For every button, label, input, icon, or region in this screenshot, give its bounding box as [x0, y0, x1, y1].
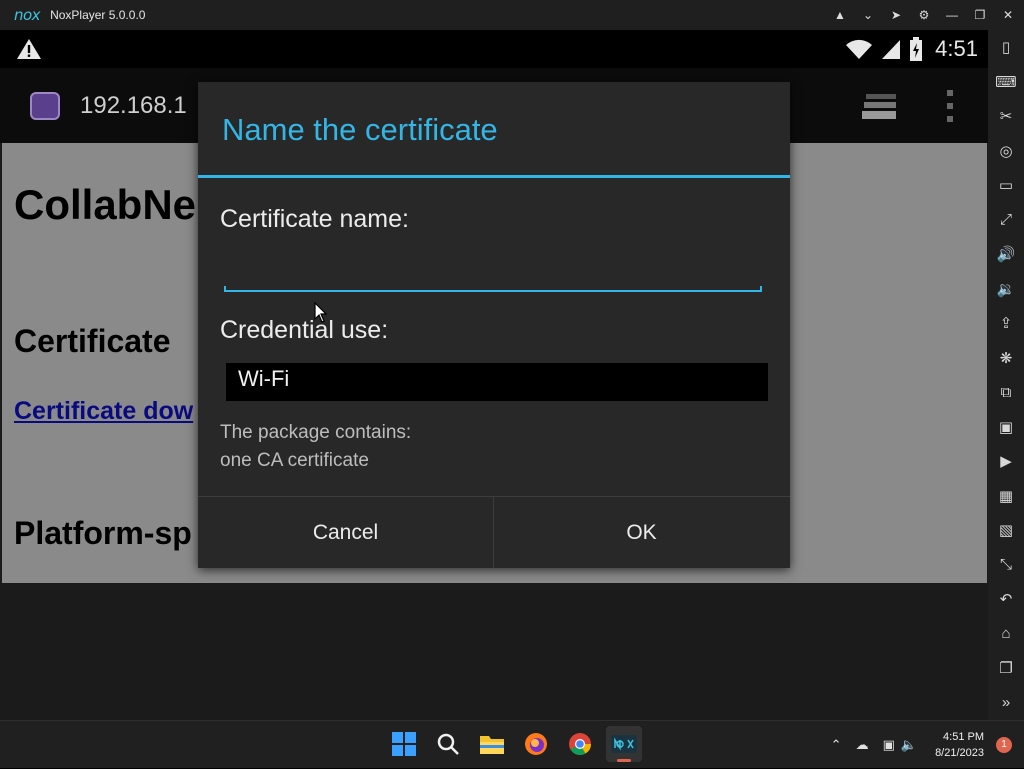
nox-titlebar: nox NoxPlayer 5.0.0.0 ▲ ⌄ ➤ ⚙ — ❐ ✕: [0, 0, 1024, 30]
search-button[interactable]: [430, 726, 466, 762]
recent-apps-icon[interactable]: ❐: [988, 651, 1024, 686]
cloud-icon[interactable]: ☁: [856, 737, 869, 753]
record-icon[interactable]: ▣: [988, 410, 1024, 445]
section-platform-heading: Platform-sp: [14, 515, 192, 551]
battery-icon: [910, 37, 923, 61]
certificate-name-input[interactable]: [224, 252, 762, 288]
close-icon[interactable]: ✕: [1002, 0, 1014, 30]
wifi-icon: [846, 39, 873, 59]
screen-icon[interactable]: ▭: [988, 168, 1024, 203]
speaker-icon[interactable]: 🔈: [901, 737, 917, 753]
minimize-icon[interactable]: —: [946, 0, 958, 30]
status-bar: 4:51: [0, 30, 988, 68]
taskbar-date: 8/21/2023: [935, 747, 984, 759]
package-info-line1: The package contains:: [220, 422, 412, 443]
volume-up-icon[interactable]: 🔊: [988, 237, 1024, 272]
credential-use-select[interactable]: Wi-Fi: [226, 363, 768, 401]
video-icon[interactable]: ▶: [988, 444, 1024, 479]
mouse-cursor-icon: [314, 302, 328, 323]
pin-icon[interactable]: ➤: [890, 0, 902, 30]
chrome-icon: [569, 733, 591, 755]
nox-icon: [611, 735, 637, 753]
overflow-menu-icon[interactable]: [944, 90, 956, 122]
start-button[interactable]: [386, 726, 422, 762]
gamepad-icon[interactable]: ▧: [988, 513, 1024, 548]
chevron-up-icon[interactable]: ⌃: [831, 737, 842, 753]
scissors-icon[interactable]: ✂: [988, 99, 1024, 134]
rotate-icon[interactable]: ▯: [988, 30, 1024, 65]
taskbar-clock[interactable]: 4:51 PM 8/21/2023: [935, 729, 984, 761]
back-icon[interactable]: ↶: [988, 582, 1024, 617]
signal-icon: [882, 40, 901, 59]
notification-badge[interactable]: 1: [996, 737, 1012, 753]
page-heading: CollabNe: [14, 181, 197, 228]
status-clock: 4:51: [935, 36, 978, 61]
cancel-button[interactable]: Cancel: [198, 497, 493, 568]
location-icon[interactable]: ◎: [988, 134, 1024, 169]
loading-icon[interactable]: ❋: [988, 341, 1024, 376]
system-tray: ⌃ ☁ ▣ 🔈 4:51 PM 8/21/2023 1: [831, 721, 1024, 769]
dialog-title: Name the certificate: [222, 112, 498, 147]
volume-down-icon[interactable]: 🔉: [988, 272, 1024, 307]
nox-side-toolbar: ▯ ⌨ ✂ ◎ ▭ ⤢ 🔊 🔉 ⇪ ❋ ⧉ ▣ ▶ ▦ ▧ ⤡ ↶ ⌂ ❐ »: [988, 30, 1024, 720]
credential-use-label: Credential use:: [220, 316, 389, 344]
window-title: NoxPlayer 5.0.0.0: [50, 8, 146, 22]
gear-icon[interactable]: ⚙: [918, 0, 930, 30]
folder-icon: [480, 736, 504, 754]
file-explorer-button[interactable]: [474, 726, 510, 762]
home-icon[interactable]: ⌂: [988, 617, 1024, 652]
tabs-icon[interactable]: [862, 94, 898, 120]
taskbar-time: 4:51 PM: [943, 731, 984, 743]
resize-icon[interactable]: ⤡: [988, 548, 1024, 583]
address-text[interactable]: 192.168.1: [80, 92, 187, 120]
chrome-button[interactable]: [562, 726, 598, 762]
warning-icon: [17, 39, 41, 59]
taskbar-apps: [386, 726, 642, 762]
firefox-icon: [525, 733, 547, 755]
dialog-title-divider: [198, 175, 790, 178]
firefox-button[interactable]: [518, 726, 554, 762]
name-certificate-dialog: Name the certificate Certificate name: C…: [198, 82, 790, 568]
fullscreen-icon[interactable]: ⤢: [988, 203, 1024, 238]
windows-icon: [392, 732, 416, 756]
app-icon[interactable]: [30, 92, 60, 120]
tools-icon[interactable]: ▦: [988, 479, 1024, 514]
section-certificate-heading: Certificate: [14, 323, 171, 359]
noxplayer-button[interactable]: [606, 726, 642, 762]
network-icon[interactable]: ▣: [883, 737, 895, 753]
certificate-name-underline: [224, 286, 762, 292]
more-icon[interactable]: »: [988, 686, 1024, 721]
package-info-line2: one CA certificate: [220, 450, 369, 471]
keyboard-icon[interactable]: ⌨: [988, 65, 1024, 100]
apk-install-icon[interactable]: ⇪: [988, 306, 1024, 341]
ok-button[interactable]: OK: [494, 497, 789, 568]
multi-instance-icon[interactable]: ⧉: [988, 375, 1024, 410]
keyboard-icon[interactable]: ▲: [834, 0, 846, 30]
certificate-download-link[interactable]: Certificate dow: [14, 397, 193, 426]
windows-taskbar: ⌃ ☁ ▣ 🔈 4:51 PM 8/21/2023 1: [0, 720, 1024, 768]
search-icon: [437, 733, 459, 755]
android-screen: 4:51 192.168.1 CollabNe Certificate Cert…: [0, 30, 988, 720]
status-icons: 4:51: [845, 30, 978, 68]
window-controls: ▲ ⌄ ➤ ⚙ — ❐ ✕: [834, 0, 1014, 30]
chevron-down-icon[interactable]: ⌄: [862, 0, 874, 30]
restore-icon[interactable]: ❐: [974, 0, 986, 30]
nox-logo: nox: [14, 6, 41, 24]
certificate-name-label: Certificate name:: [220, 205, 409, 233]
